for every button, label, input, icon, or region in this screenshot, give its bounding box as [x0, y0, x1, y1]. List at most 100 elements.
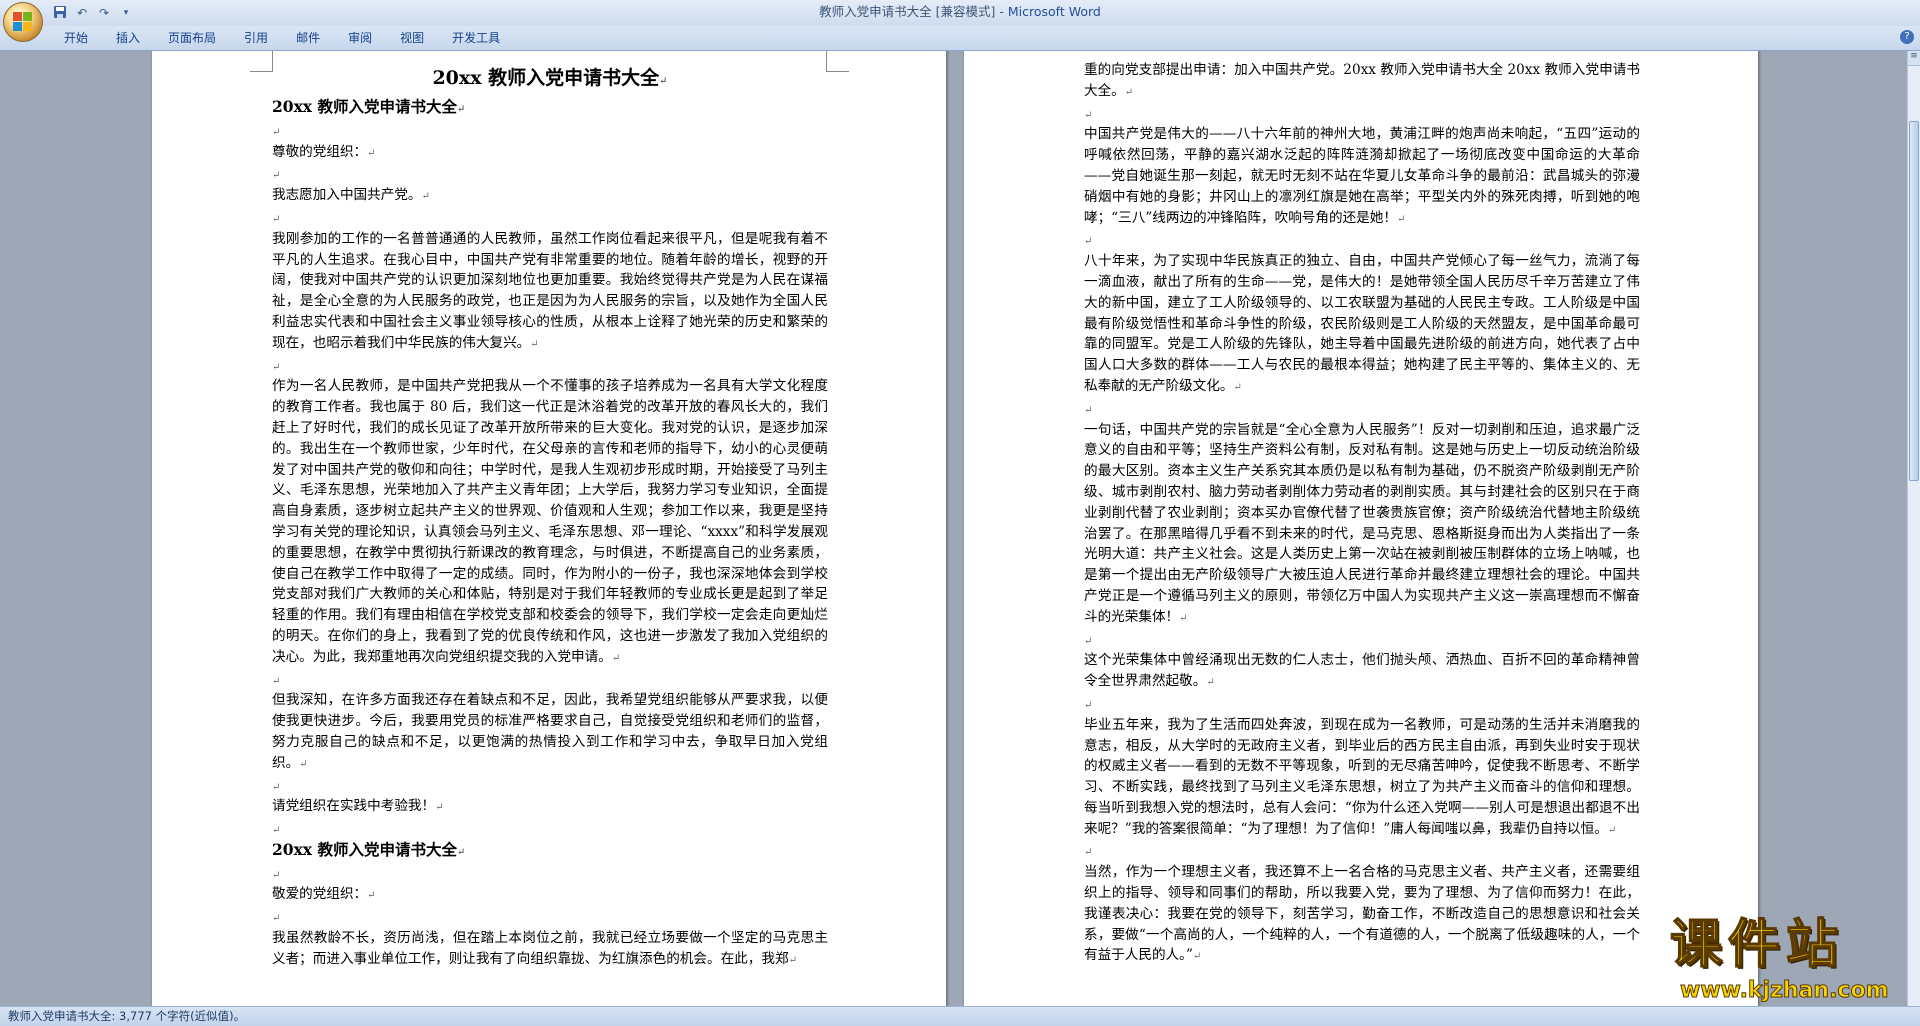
tab-home[interactable]: 开始 — [50, 26, 102, 50]
paragraph-mark-icon: ↵ — [1607, 824, 1617, 836]
paragraph-mark-icon: ↵ — [1084, 236, 1093, 248]
vertical-scrollbar[interactable] — [1907, 51, 1920, 1006]
app-name: Microsoft Word — [1007, 4, 1101, 19]
tab-mailings[interactable]: 邮件 — [282, 26, 334, 50]
paragraph-text: 20xx 教师入党申请书大全 — [272, 97, 457, 116]
paragraph-text: 这个光荣集体中曾经涌现出无数的仁人志士，他们抛头颅、洒热血、百折不回的革命精神曾… — [1084, 652, 1640, 690]
page-content[interactable]: 重的向党支部提出申请：加入中国共产党。20xx 教师入党申请书大全 20xx 教… — [1084, 60, 1640, 968]
section-heading: 20xx 教师入党申请书大全↵ — [272, 97, 828, 121]
empty-paragraph: ↵ — [272, 121, 828, 142]
body-paragraph: 毕业五年来，我为了生活而四处奔波，到现在成为一名教师，可是动荡的生活并未消磨我的… — [1084, 715, 1640, 842]
paragraph-text: 一句话，中国共产党的宗旨就是“全心全意为人民服务”！反对一切剥削和压迫，追求最广… — [1084, 421, 1640, 625]
watermark-url: www.kjzhan.com — [1680, 978, 1890, 1004]
body-paragraph: 作为一名人民教师，是中国共产党把我从一个不懂事的孩子培养成为一名具有大学文化程度… — [272, 376, 828, 669]
body-paragraph: 一句话，中国共产党的宗旨就是“全心全意为人民服务”！反对一切剥削和压迫，追求最广… — [1084, 420, 1640, 630]
watermark-logo: 课件站 — [1669, 914, 1845, 976]
office-logo-icon — [13, 12, 33, 32]
empty-paragraph: ↵ — [1084, 399, 1640, 420]
help-icon[interactable]: ? — [1900, 30, 1914, 44]
empty-paragraph: ↵ — [1084, 694, 1640, 715]
tab-page-layout[interactable]: 页面布局 — [154, 26, 230, 50]
paragraph-mark-icon: ↵ — [659, 76, 668, 87]
page-content[interactable]: 20xx 教师入党申请书大全↵ 20xx 教师入党申请书大全↵ ↵ 尊敬的党组织：↵ ↵… — [272, 63, 828, 972]
paragraph-text: 请党组织在实践中考验我！ — [272, 798, 436, 815]
tab-view[interactable]: 视图 — [386, 26, 438, 50]
paragraph-mark-icon: ↵ — [272, 781, 281, 793]
paragraph-text: 重的向党支部提出申请：加入中国共产党。20xx 教师入党申请书大全 20xx 教… — [1084, 62, 1640, 99]
body-paragraph: 这个光荣集体中曾经涌现出无数的仁人志士，他们抛头颅、洒热血、百折不回的革命精神曾… — [1084, 650, 1640, 694]
body-paragraph: 重的向党支部提出申请：加入中国共产党。20xx 教师入党申请书大全 20xx 教… — [1084, 60, 1640, 104]
paragraph-mark-icon: ↵ — [272, 213, 281, 225]
paragraph-text: 20xx 教师入党申请书大全 — [272, 839, 457, 859]
paragraph-mark-icon: ↵ — [1084, 635, 1093, 647]
paragraph-mark-icon: ↵ — [456, 104, 466, 115]
paragraph-mark-icon: ↵ — [1233, 381, 1242, 393]
paragraph-mark-icon: ↵ — [272, 170, 281, 182]
tab-review[interactable]: 审阅 — [334, 26, 386, 50]
word-count[interactable]: 教师入党申请书大全: 3,777 个字符(近似值)。 — [8, 1007, 245, 1026]
paragraph-mark-icon: ↵ — [530, 338, 539, 350]
empty-paragraph: ↵ — [272, 356, 828, 377]
paragraph-mark-icon: ↵ — [299, 758, 308, 770]
paragraph-mark-icon: ↵ — [1084, 109, 1093, 121]
empty-paragraph: ↵ — [1084, 104, 1640, 125]
crop-mark — [250, 51, 273, 72]
body-paragraph: 我虽然教龄不长，资历尚浅，但在踏上本岗位之前，我就已经立场要做一个坚定的马克思主… — [272, 928, 828, 972]
document-page-left[interactable]: 20xx 教师入党申请书大全↵ 20xx 教师入党申请书大全↵ ↵ 尊敬的党组织：↵ ↵… — [152, 51, 946, 1006]
paragraph-text: 毕业五年来，我为了生活而四处奔波，到现在成为一名教师，可是动荡的生活并未消磨我的… — [1084, 716, 1640, 837]
empty-paragraph: ↵ — [272, 776, 828, 797]
paragraph-mark-icon: ↵ — [421, 191, 430, 203]
empty-paragraph: ↵ — [272, 819, 828, 840]
paragraph-mark-icon: ↵ — [272, 361, 281, 373]
empty-paragraph: ↵ — [272, 864, 828, 885]
ribbon: 开始 插入 页面布局 引用 邮件 审阅 视图 开发工具 ? — [0, 26, 1920, 51]
paragraph-text: 我虽然教龄不长，资历尚浅，但在踏上本岗位之前，我就已经立场要做一个坚定的马克思主… — [272, 930, 828, 967]
paragraph-mark-icon: ↵ — [611, 652, 621, 664]
document-workspace[interactable]: 20xx 教师入党申请书大全↵ 20xx 教师入党申请书大全↵ ↵ 尊敬的党组织：↵ ↵… — [0, 51, 1908, 1006]
paragraph-mark-icon: ↵ — [456, 846, 466, 858]
paragraph-mark-icon: ↵ — [367, 147, 376, 159]
site-watermark: 课件站 www.kjzhan.com — [1640, 914, 1920, 1010]
paragraph-mark-icon: ↵ — [1124, 86, 1134, 98]
paragraph-mark-icon: ↵ — [1084, 699, 1093, 711]
paragraph-mark-icon: ↵ — [1396, 213, 1406, 225]
body-paragraph: 请党组织在实践中考验我！↵ — [272, 796, 828, 819]
paragraph-mark-icon: ↵ — [1179, 612, 1188, 624]
paragraph-text: 八十年来，为了实现中华民族真正的独立、自由，中国共产党倾心了每一丝气力，流淌了每… — [1084, 253, 1640, 394]
status-bar: 教师入党申请书大全: 3,777 个字符(近似值)。 — [0, 1006, 1920, 1026]
empty-paragraph: ↵ — [272, 670, 828, 691]
empty-paragraph: ↵ — [1084, 841, 1640, 862]
body-paragraph: 八十年来，为了实现中华民族真正的独立、自由，中国共产党倾心了每一丝气力，流淌了每… — [1084, 251, 1640, 399]
paragraph-mark-icon: ↵ — [435, 802, 444, 814]
paragraph-text: 当然，作为一个理想主义者，我还算不上一名合格的马克思主义者、共产主义者，还需要组… — [1084, 864, 1640, 964]
title-bar: ↶ ↷ ▾ 教师入党申请书大全 [兼容模式] - Microsoft Word — [0, 0, 1920, 42]
paragraph-mark-icon: ↵ — [272, 675, 281, 687]
body-paragraph: 但我深知，在许多方面我还存在着缺点和不足，因此，我希望党组织能够从严要求我，以便… — [272, 690, 828, 775]
paragraph-mark-icon: ↵ — [272, 869, 281, 881]
tab-references[interactable]: 引用 — [230, 26, 282, 50]
tab-insert[interactable]: 插入 — [102, 26, 154, 50]
document-title: 教师入党申请书大全 [兼容模式] - — [819, 4, 1008, 19]
paragraph-mark-icon: ↵ — [1206, 677, 1215, 689]
paragraph-text: 我志愿加入中国共产党。 — [272, 187, 422, 204]
crop-mark — [826, 51, 849, 72]
body-paragraph: 我志愿加入中国共产党。↵ — [272, 185, 828, 208]
document-page-right[interactable]: 重的向党支部提出申请：加入中国共产党。20xx 教师入党申请书大全 20xx 教… — [964, 51, 1758, 1006]
section-heading: 20xx 教师入党申请书大全↵ — [272, 840, 828, 864]
empty-paragraph: ↵ — [272, 164, 828, 185]
office-button[interactable] — [3, 2, 43, 42]
paragraph-text: 20xx 教师入党申请书大全 — [432, 67, 660, 89]
paragraph-text: 我刚参加的工作的一名普普通通的人民教师，虽然工作岗位看起来很平凡，但是呢我有着不… — [272, 230, 828, 351]
paragraph-mark-icon: ↵ — [367, 890, 376, 902]
body-paragraph: 中国共产党是伟大的——八十六年前的神州大地，黄浦江畔的炮声尚未响起，“五四”运动… — [1084, 124, 1640, 230]
body-paragraph: 敬爱的党组织：↵ — [272, 884, 828, 907]
paragraph-mark-icon: ↵ — [788, 954, 797, 966]
window-title: 教师入党申请书大全 [兼容模式] - Microsoft Word — [0, 0, 1920, 24]
paragraph-mark-icon: ↵ — [272, 126, 281, 138]
empty-paragraph: ↵ — [272, 208, 828, 229]
scrollbar-thumb[interactable] — [1909, 121, 1919, 481]
tab-developer[interactable]: 开发工具 — [438, 26, 514, 50]
view-ruler-icon[interactable]: ≡ — [1908, 51, 1920, 66]
paragraph-mark-icon: ↵ — [1192, 951, 1202, 963]
paragraph-text: 中国共产党是伟大的——八十六年前的神州大地，黄浦江畔的炮声尚未响起，“五四”运动… — [1084, 126, 1640, 226]
